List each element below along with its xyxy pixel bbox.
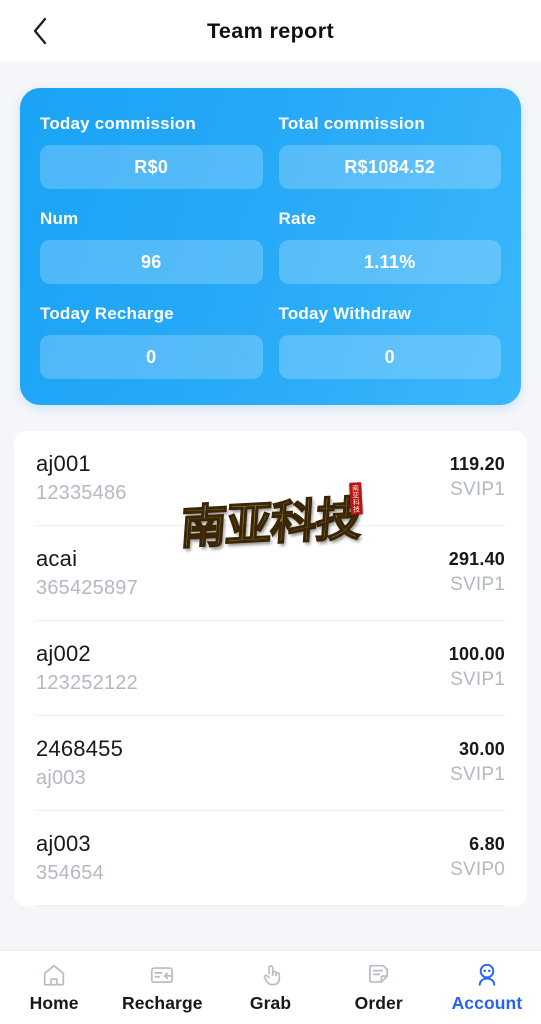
member-metrics: 119.20 SVIP1 (450, 453, 505, 502)
stat-value: 96 (40, 240, 263, 284)
member-level: SVIP1 (450, 763, 505, 785)
stat-rate: Rate 1.11% (271, 209, 501, 284)
member-name: aj002 (36, 641, 91, 667)
member-identity: aj002 123252122 (36, 640, 138, 696)
member-name: aj001 (36, 451, 91, 477)
member-name: aj003 (36, 831, 91, 857)
stat-label: Today commission (40, 114, 196, 133)
member-identity: aj001 12335486 (36, 450, 127, 506)
stat-label: Rate (278, 209, 317, 228)
table-row[interactable]: aj002 123252122 100.00 SVIP1 (36, 621, 505, 716)
table-row[interactable]: acai 365425897 291.40 SVIP1 (36, 526, 505, 621)
stat-today-withdraw: Today Withdraw 0 (271, 304, 501, 379)
team-stats-card: Today commission R$0 Total commission R$… (20, 88, 521, 405)
back-button[interactable] (14, 0, 66, 62)
member-amount: 6.80 (469, 834, 505, 855)
member-metrics: 291.40 SVIP1 (449, 548, 505, 597)
chevron-left-icon (30, 15, 50, 47)
member-metrics: 30.00 SVIP1 (450, 738, 505, 787)
stat-value: R$1084.52 (278, 145, 501, 189)
stat-value: 0 (40, 335, 263, 379)
page-body: Today commission R$0 Total commission R$… (0, 62, 541, 950)
table-row[interactable]: aj001 12335486 119.20 SVIP1 (36, 431, 505, 526)
bottom-navigation: Home Recharge Grab Order Account (0, 950, 541, 1024)
member-metrics: 100.00 SVIP1 (449, 643, 505, 692)
tab-label: Home (29, 992, 79, 1013)
tab-grab[interactable]: Grab (216, 951, 324, 1024)
member-amount: 100.00 (448, 644, 505, 665)
member-identity: aj003 354654 (36, 830, 104, 886)
member-level: SVIP0 (450, 858, 505, 880)
team-member-list: 南亚科技 南亚科技 aj001 12335486 119.20 SVIP1 ac… (14, 431, 527, 906)
document-icon (366, 962, 392, 988)
member-amount: 291.40 (448, 549, 505, 570)
stat-label: Today Recharge (40, 304, 174, 323)
tab-home[interactable]: Home (0, 951, 108, 1024)
member-id: aj003 (36, 766, 86, 789)
stat-value: 1.11% (278, 240, 501, 284)
tab-label: Account (451, 992, 523, 1013)
member-amount: 119.20 (449, 454, 505, 475)
member-identity: 2468455 aj003 (36, 735, 123, 791)
stat-num: Num 96 (40, 209, 271, 284)
member-metrics: 6.80 SVIP0 (450, 833, 505, 882)
tab-label: Grab (249, 992, 292, 1013)
member-id: 354654 (36, 861, 104, 884)
card-in-icon (149, 962, 175, 988)
stat-label: Num (40, 209, 79, 228)
home-icon (41, 962, 67, 988)
table-row[interactable]: aj003 354654 6.80 SVIP0 (36, 811, 505, 906)
member-identity: acai 365425897 (36, 545, 138, 601)
stat-label: Today Withdraw (278, 304, 412, 323)
tab-account[interactable]: Account (433, 951, 541, 1024)
stat-label: Total commission (278, 114, 425, 133)
member-name: acai (36, 546, 78, 572)
account-icon (474, 962, 500, 988)
stat-value: 0 (278, 335, 501, 379)
stat-value: R$0 (40, 145, 263, 189)
tab-label: Recharge (122, 992, 203, 1013)
team-report-screen: Team report Today commission R$0 Total c… (0, 0, 541, 1024)
member-name: 2468455 (36, 736, 124, 762)
member-level: SVIP1 (450, 478, 505, 500)
member-level: SVIP1 (450, 668, 505, 690)
stat-total-commission: Total commission R$1084.52 (271, 114, 501, 189)
member-id: 365425897 (36, 576, 138, 599)
member-id: 123252122 (36, 671, 138, 694)
table-row[interactable]: 2468455 aj003 30.00 SVIP1 (36, 716, 505, 811)
member-amount: 30.00 (458, 739, 505, 760)
tab-label: Order (354, 992, 403, 1013)
page-title: Team report (206, 18, 335, 43)
tab-recharge[interactable]: Recharge (108, 951, 216, 1024)
tap-hand-icon (258, 962, 284, 988)
app-header: Team report (0, 0, 541, 62)
stat-today-recharge: Today Recharge 0 (40, 304, 271, 379)
stat-today-commission: Today commission R$0 (40, 114, 271, 189)
member-id: 12335486 (36, 481, 127, 504)
member-level: SVIP1 (450, 573, 505, 595)
tab-order[interactable]: Order (325, 951, 433, 1024)
